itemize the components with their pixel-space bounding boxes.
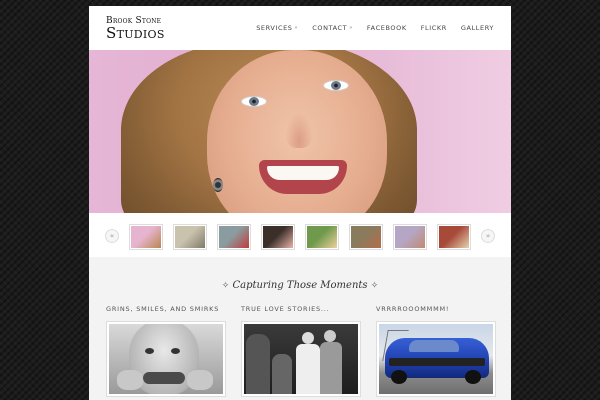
car-wheel-right <box>465 370 481 384</box>
wedding-guest-left <box>246 334 270 394</box>
tagline-text: Capturing Those Moments <box>232 280 368 291</box>
thumbnail-couple-pink[interactable] <box>393 224 427 250</box>
nav-item-services[interactable]: Services » <box>256 24 298 32</box>
thumbnail-image <box>175 226 205 248</box>
main-navigation: Services » Contact » Facebook Flickr Gal… <box>256 24 494 32</box>
hero-slide-image[interactable] <box>89 50 511 213</box>
wedding-photo <box>244 324 358 394</box>
nav-label: Services <box>256 24 293 32</box>
child-eye-right <box>171 348 180 354</box>
nav-item-facebook[interactable]: Facebook <box>367 24 407 32</box>
column-image-mustang[interactable] <box>376 321 496 397</box>
nav-item-gallery[interactable]: Gallery <box>461 24 494 32</box>
thumbnail-strip: « » <box>89 213 511 257</box>
thumbnail-bride-bouquet[interactable] <box>261 224 295 250</box>
site-header: Brook Stone Studios Services » Contact »… <box>89 6 511 50</box>
featured-section: ✧ Capturing Those Moments ✧ Grins, Smile… <box>89 257 511 400</box>
column-title-grins[interactable]: Grins, Smiles, and Smirks <box>106 305 219 313</box>
hero-nose <box>285 112 313 148</box>
page-container: Brook Stone Studios Services » Contact »… <box>89 6 511 400</box>
flourish-right-icon: ✧ <box>370 281 379 291</box>
hero-face <box>207 50 387 213</box>
hero-eye-left <box>241 96 267 107</box>
slider-prev-button[interactable]: « <box>105 229 119 243</box>
section-tagline: ✧ Capturing Those Moments ✧ <box>89 280 511 291</box>
child-eye-left <box>145 348 154 354</box>
thumbnail-group-outdoors[interactable] <box>349 224 383 250</box>
logo-line-2: Studios <box>106 24 165 42</box>
nav-label: Facebook <box>366 24 407 32</box>
flourish-left-icon: ✧ <box>221 281 230 291</box>
nav-label: Gallery <box>460 24 494 32</box>
nav-item-flickr[interactable]: Flickr <box>421 24 447 32</box>
thumbnail-portrait-woman[interactable] <box>129 224 163 250</box>
nav-label: Flickr <box>420 24 447 32</box>
nav-label: Contact <box>312 24 348 32</box>
car-windshield <box>409 340 459 352</box>
thumbnail-outdoor-family[interactable] <box>173 224 207 250</box>
thumbnail-image <box>395 226 425 248</box>
dropdown-arrow-icon: » <box>294 25 299 31</box>
child-mouth <box>143 372 185 384</box>
thumbnail-image <box>131 226 161 248</box>
site-logo[interactable]: Brook Stone Studios <box>106 16 186 44</box>
child-hand-right <box>187 370 213 390</box>
wedding-guest-center <box>272 354 292 394</box>
child-photo <box>109 324 223 394</box>
column-title-love[interactable]: True Love Stories... <box>241 305 330 313</box>
thumbnail-image <box>439 226 469 248</box>
bride-head <box>302 332 314 344</box>
thumbnail-dance-red[interactable] <box>217 224 251 250</box>
child-hand-left <box>117 370 143 390</box>
groom-head <box>324 330 336 342</box>
column-image-child[interactable] <box>106 321 226 397</box>
hero-earring <box>213 178 223 192</box>
thumbnail-image <box>351 226 381 248</box>
thumbnail-food-dish[interactable] <box>437 224 471 250</box>
thumbnail-child-portrait[interactable] <box>305 224 339 250</box>
dropdown-arrow-icon: » <box>349 25 353 31</box>
car-wheel-left <box>391 370 407 384</box>
bride-dress <box>296 344 320 394</box>
thumbnail-image <box>263 226 293 248</box>
slider-next-button[interactable]: » <box>481 229 495 243</box>
column-image-wedding[interactable] <box>241 321 361 397</box>
nav-item-contact[interactable]: Contact » <box>312 24 353 32</box>
hero-smile <box>259 160 347 194</box>
hero-teeth <box>267 166 339 180</box>
thumbnail-image <box>219 226 249 248</box>
thumbnail-image <box>307 226 337 248</box>
groom-suit <box>320 342 342 394</box>
car-grille <box>389 358 485 366</box>
mustang-photo <box>379 324 493 394</box>
column-title-vroom[interactable]: Vrrrrooommmm! <box>376 305 449 313</box>
hero-eye-right <box>323 80 349 91</box>
